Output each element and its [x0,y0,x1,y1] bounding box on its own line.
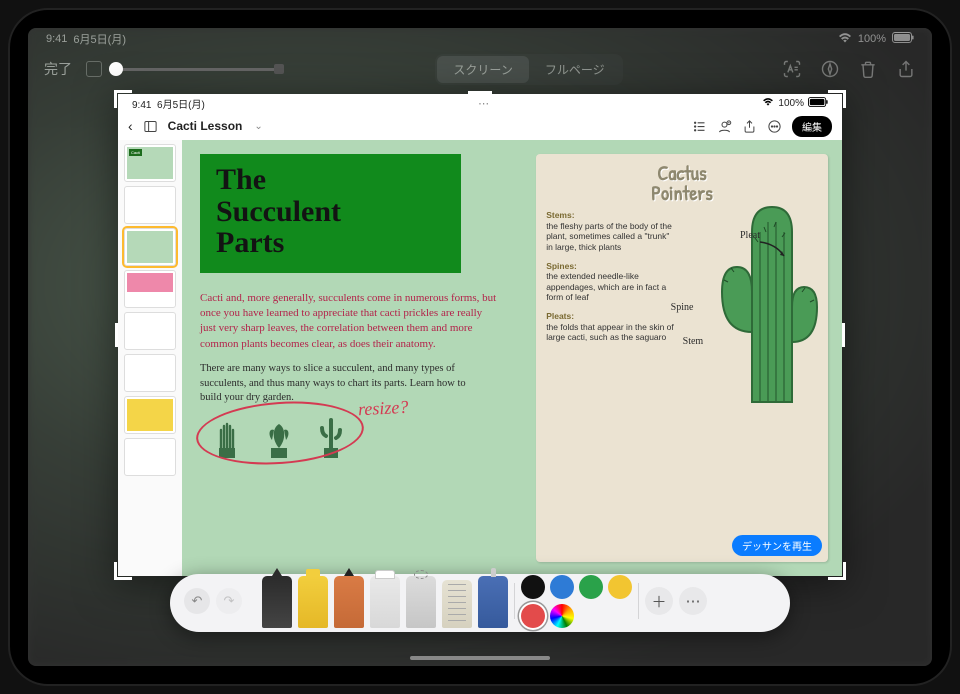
inner-battery-pct: 100% [778,98,804,109]
plant-icon-3 [314,416,348,460]
captured-screenshot: 9:41 6月5日(月) ⋯ 100% [118,94,842,576]
swatch-black[interactable] [521,575,545,599]
color-swatches [521,575,632,628]
document-body: 1Cacti 2 3 4 5 6 7 8 The [118,140,842,576]
thumb-8[interactable]: 8 [124,438,176,476]
annotation-pleat: Pleat [740,230,760,241]
cactus-pointers-card: Cactus Pointers Stems:the fleshy parts o… [536,154,828,562]
swatch-green[interactable] [579,575,603,599]
inner-date: 6月5日(月) [157,100,205,111]
thumb-3[interactable]: 3 [124,228,176,266]
chevron-down-icon[interactable]: ⌄ [254,121,262,132]
undo-button[interactable]: ↶ [184,588,210,614]
plant-icon-1 [210,420,244,460]
intro-paragraph: Cacti and, more generally, succulents co… [200,291,500,353]
home-indicator[interactable] [410,656,550,660]
thumb-7[interactable]: 7 [124,396,176,434]
plant-icon-2 [262,420,296,460]
redo-button[interactable]: ↷ [216,588,242,614]
card-definitions: Stems:the fleshy parts of the body of th… [546,210,676,351]
cactus-drawing: Pleat Spine Stem [677,210,818,351]
inner-time: 9:41 [132,100,151,111]
tool-marker[interactable] [298,576,328,628]
replay-drawing-button[interactable]: デッサンを再生 [732,535,822,556]
thumb-1[interactable]: 1Cacti [124,144,176,182]
swatch-red[interactable] [521,604,545,628]
inner-share-icon[interactable] [742,119,757,134]
palette-divider [514,583,515,619]
ipad-frame: 9:41 6月5日(月) 100% 完了 ス [8,8,952,686]
tool-eraser[interactable] [370,576,400,628]
tool-pen[interactable] [262,576,292,628]
swatch-color-picker[interactable] [550,604,574,628]
back-icon[interactable]: ‹ [128,118,133,134]
crop-handle-right[interactable] [842,323,845,347]
inner-battery-icon [808,97,828,110]
palette-more-button[interactable]: ⋯ [679,587,707,615]
add-button[interactable]: ＋ [645,587,673,615]
thumb-6[interactable]: 6 [124,354,176,392]
palette-divider-2 [638,583,639,619]
page-title: The Succulent Parts [200,154,461,273]
tool-brush[interactable] [478,576,508,628]
collab-icon[interactable] [717,119,732,134]
document-page: The Succulent Parts Cacti and, more gene… [182,140,842,576]
thumb-5[interactable]: 5 [124,312,176,350]
annotation-text: resize? [357,397,408,421]
inner-wifi-icon [762,97,774,109]
pages-toolbar: ‹ Cacti Lesson ⌄ 編集 [118,112,842,140]
plant-illustrations: resize? [200,416,526,460]
edit-button[interactable]: 編集 [792,116,832,137]
second-paragraph: There are many ways to slice a succulent… [200,362,487,406]
opacity-slider[interactable] [116,68,276,71]
list-icon[interactable] [692,119,707,134]
thumb-4[interactable]: 4 [124,270,176,308]
more-icon[interactable] [767,119,782,134]
annotation-stem: Stem [683,336,704,347]
tool-lasso[interactable] [406,576,436,628]
sidebar-icon[interactable] [143,119,158,134]
swatch-yellow[interactable] [608,575,632,599]
markup-tool-palette: ↶ ↷ ＋ ⋯ [170,574,790,632]
thumb-2[interactable]: 2 [124,186,176,224]
tool-ruler[interactable] [442,580,472,628]
document-title[interactable]: Cacti Lesson [168,119,243,133]
ipad-screen: 9:41 6月5日(月) 100% 完了 ス [28,28,932,666]
page-thumbnails[interactable]: 1Cacti 2 3 4 5 6 7 8 [118,140,182,576]
inner-status-bar: 9:41 6月5日(月) ⋯ 100% [118,94,842,112]
screenshot-crop-area[interactable]: 9:41 6月5日(月) ⋯ 100% [118,94,842,576]
tool-pencil[interactable] [334,576,364,628]
annotation-spine: Spine [671,302,694,313]
slider-thumb[interactable] [109,62,123,76]
page-left-column: The Succulent Parts Cacti and, more gene… [200,154,526,562]
slider-end-icon [274,64,284,74]
swatch-blue[interactable] [550,575,574,599]
